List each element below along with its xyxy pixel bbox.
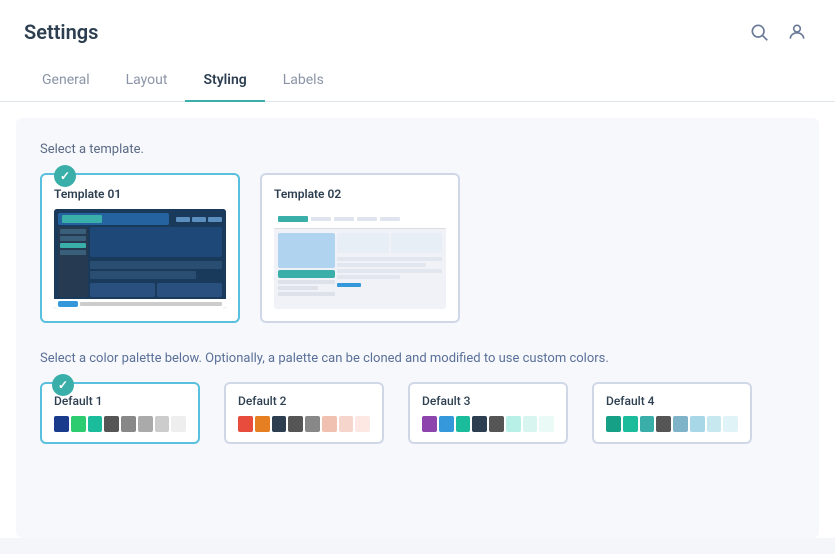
swatch	[656, 416, 671, 432]
swatch	[322, 416, 337, 432]
palette-card-default1[interactable]: ✓ Default 1	[40, 382, 200, 444]
swatch	[606, 416, 621, 432]
template-section-label: Select a template.	[40, 142, 795, 157]
swatch	[272, 416, 287, 432]
swatch	[439, 416, 454, 432]
tab-general[interactable]: General	[24, 60, 108, 102]
palette-default3-name: Default 3	[422, 394, 554, 408]
palette-default4-name: Default 4	[606, 394, 738, 408]
page-header: Settings	[0, 0, 835, 60]
template-card-02[interactable]: Template 02	[260, 173, 460, 323]
templates-row: ✓ Template 01	[40, 173, 795, 323]
swatch	[673, 416, 688, 432]
tab-labels[interactable]: Labels	[265, 60, 342, 102]
swatch	[138, 416, 153, 432]
swatch	[288, 416, 303, 432]
search-icon[interactable]	[745, 18, 773, 46]
palette-card-default2[interactable]: Default 2	[224, 382, 384, 444]
swatch	[88, 416, 103, 432]
swatch	[155, 416, 170, 432]
swatch	[539, 416, 554, 432]
swatch	[623, 416, 638, 432]
content-area: Select a template. ✓ Template 01	[16, 118, 819, 538]
template-02-name: Template 02	[274, 187, 446, 201]
swatch	[422, 416, 437, 432]
tab-layout[interactable]: Layout	[108, 60, 186, 102]
palette-default1-swatches	[54, 416, 186, 432]
palettes-row: ✓ Default 1 Default 2	[40, 382, 795, 444]
template-01-check: ✓	[54, 165, 76, 187]
swatch	[54, 416, 69, 432]
palette-default2-swatches	[238, 416, 370, 432]
palette-default3-swatches	[422, 416, 554, 432]
swatch	[690, 416, 705, 432]
swatch	[355, 416, 370, 432]
template-01-name: Template 01	[54, 187, 226, 201]
template-card-01[interactable]: ✓ Template 01	[40, 173, 240, 323]
tab-styling[interactable]: Styling	[185, 60, 264, 102]
palette-default1-name: Default 1	[54, 394, 186, 408]
swatch	[723, 416, 738, 432]
palette-default4-swatches	[606, 416, 738, 432]
page-wrapper: Settings General Layout Styling Labels	[0, 0, 835, 538]
swatch	[456, 416, 471, 432]
page-title: Settings	[24, 20, 98, 44]
swatch	[305, 416, 320, 432]
tabs-bar: General Layout Styling Labels	[0, 60, 835, 102]
palette-default1-check: ✓	[52, 374, 74, 396]
palette-card-default4[interactable]: Default 4	[592, 382, 752, 444]
swatch	[121, 416, 136, 432]
swatch	[489, 416, 504, 432]
swatch	[255, 416, 270, 432]
swatch	[472, 416, 487, 432]
swatch	[71, 416, 86, 432]
template-01-preview	[54, 209, 226, 309]
swatch	[707, 416, 722, 432]
swatch	[238, 416, 253, 432]
palette-default2-name: Default 2	[238, 394, 370, 408]
color-section-label: Select a color palette below. Optionally…	[40, 351, 795, 366]
swatch	[506, 416, 521, 432]
swatch	[104, 416, 119, 432]
template-02-preview	[274, 209, 446, 309]
user-icon[interactable]	[783, 18, 811, 46]
swatch	[171, 416, 186, 432]
swatch	[523, 416, 538, 432]
header-icons	[745, 18, 811, 46]
palette-card-default3[interactable]: Default 3	[408, 382, 568, 444]
swatch	[640, 416, 655, 432]
swatch	[339, 416, 354, 432]
